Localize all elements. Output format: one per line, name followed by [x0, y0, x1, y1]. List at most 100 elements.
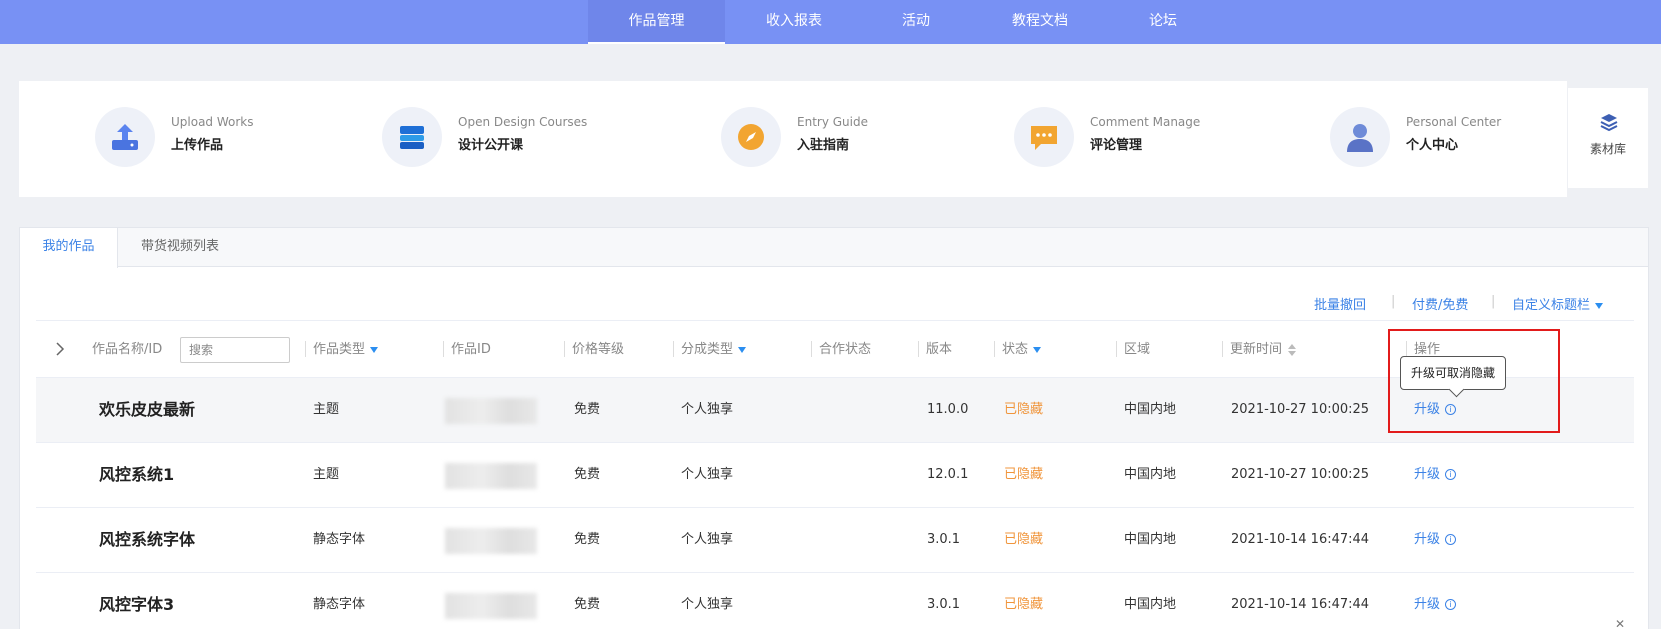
- nav-item-events[interactable]: 活动: [880, 0, 952, 44]
- status-badge: 已隐藏: [1004, 597, 1044, 612]
- cell-name: 欢乐皮皮最新: [99, 400, 196, 419]
- cell-name: 风控字体3: [99, 595, 175, 614]
- redacted-id: [445, 528, 537, 554]
- table-row: 风控字体3 静态字体 免费 个人独享 3.0.1 已隐藏 中国内地 2021-1…: [36, 573, 1634, 629]
- quick-label-en: Open Design Courses: [458, 115, 588, 129]
- cell-type: 主题: [313, 402, 340, 417]
- cell-region: 中国内地: [1124, 402, 1177, 417]
- course-book-icon: [382, 107, 442, 167]
- upgrade-button[interactable]: 升级 i: [1414, 573, 1457, 629]
- cell-version: 11.0.0: [927, 402, 969, 417]
- nav-item-tutorials[interactable]: 教程文档: [995, 0, 1085, 44]
- upload-icon: [95, 107, 155, 167]
- upgrade-button[interactable]: 升级 i: [1414, 508, 1457, 572]
- toolbar-divider: |: [1391, 294, 1396, 309]
- quick-label-zh: 上传作品: [171, 138, 224, 153]
- cell-version: 3.0.1: [927, 532, 961, 547]
- works-panel: 我的作品 带货视频列表 批量撤回 | 付费/免费 | 自定义标题栏 作品名称/I…: [19, 227, 1649, 629]
- caret-down-icon: [1595, 302, 1604, 309]
- close-icon[interactable]: ✕: [1615, 617, 1625, 629]
- col-region: 区域: [1115, 321, 1150, 379]
- cell-region: 中国内地: [1124, 532, 1177, 547]
- cell-updated: 2021-10-27 10:00:25: [1231, 467, 1370, 482]
- quick-label-zh: 设计公开课: [458, 138, 524, 153]
- upgrade-tooltip: 升级可取消隐藏: [1400, 356, 1507, 390]
- paid-free-button[interactable]: 付费/免费: [1412, 294, 1468, 313]
- cell-share: 个人独享: [681, 532, 734, 547]
- cell-price: 免费: [574, 467, 601, 482]
- custom-columns-button[interactable]: 自定义标题栏: [1512, 294, 1604, 313]
- toolbar-divider: |: [1491, 294, 1496, 309]
- material-library-button[interactable]: 素材库: [1568, 88, 1648, 188]
- nav-item-works[interactable]: 作品管理: [588, 0, 725, 44]
- quick-label-en: Personal Center: [1406, 115, 1502, 129]
- redacted-id: [445, 463, 537, 489]
- redacted-id: [445, 593, 537, 619]
- quick-upload-works[interactable]: Upload Works 上传作品: [95, 107, 325, 171]
- cell-type: 静态字体: [313, 597, 366, 612]
- status-badge: 已隐藏: [1004, 532, 1044, 547]
- cell-updated: 2021-10-14 16:47:44: [1231, 597, 1370, 612]
- cell-share: 个人独享: [681, 402, 734, 417]
- col-coop: 合作状态: [810, 321, 871, 379]
- cell-updated: 2021-10-27 10:00:25: [1231, 402, 1370, 417]
- tab-bar: 我的作品 带货视频列表: [20, 228, 1648, 268]
- cell-region: 中国内地: [1124, 597, 1177, 612]
- col-updated[interactable]: 更新时间: [1221, 321, 1297, 379]
- chevron-right-icon[interactable]: [54, 341, 66, 357]
- quick-entry-panel: Upload Works 上传作品 Open Design Courses 设计公开…: [19, 81, 1567, 197]
- filter-caret-icon: [1033, 346, 1042, 353]
- redacted-id: [445, 398, 537, 424]
- compass-icon: [721, 107, 781, 167]
- search-input[interactable]: [180, 337, 290, 363]
- quick-entry-guide[interactable]: Entry Guide 入驻指南: [721, 107, 921, 171]
- cell-share: 个人独享: [681, 467, 734, 482]
- col-share[interactable]: 分成类型: [672, 321, 747, 379]
- info-icon[interactable]: i: [1445, 469, 1457, 480]
- tab-my-works[interactable]: 我的作品: [20, 228, 118, 268]
- cell-version: 3.0.1: [927, 597, 961, 612]
- col-status[interactable]: 状态: [993, 321, 1042, 379]
- col-version: 版本: [917, 321, 952, 379]
- status-badge: 已隐藏: [1004, 467, 1044, 482]
- comment-icon: [1014, 107, 1074, 167]
- nav-item-forum[interactable]: 论坛: [1130, 0, 1196, 44]
- nav-item-income[interactable]: 收入报表: [740, 0, 848, 44]
- col-type[interactable]: 作品类型: [304, 321, 379, 379]
- cell-name: 风控系统1: [99, 465, 175, 484]
- info-icon[interactable]: i: [1445, 599, 1457, 610]
- material-library-label: 素材库: [1589, 142, 1626, 156]
- sort-icon: [1288, 343, 1297, 356]
- cell-version: 12.0.1: [927, 467, 969, 482]
- quick-personal-center[interactable]: Personal Center 个人中心: [1330, 107, 1560, 171]
- quick-label-en: Entry Guide: [797, 115, 868, 129]
- cell-type: 主题: [313, 467, 340, 482]
- quick-comment-manage[interactable]: Comment Manage 评论管理: [1014, 107, 1244, 171]
- table-row: 风控系统字体 静态字体 免费 个人独享 3.0.1 已隐藏 中国内地 2021-…: [36, 508, 1634, 573]
- cell-price: 免费: [574, 402, 601, 417]
- col-name: 作品名称/ID: [92, 342, 163, 357]
- upgrade-button[interactable]: 升级 i: [1414, 443, 1457, 507]
- user-icon: [1330, 107, 1390, 167]
- cell-price: 免费: [574, 532, 601, 547]
- top-nav: 作品管理 收入报表 活动 教程文档 论坛: [0, 0, 1661, 44]
- table-row: 风控系统1 主题 免费 个人独享 12.0.1 已隐藏 中国内地 2021-10…: [36, 443, 1634, 508]
- tab-video-list[interactable]: 带货视频列表: [118, 228, 242, 267]
- col-id: 作品ID: [443, 321, 491, 379]
- cell-type: 静态字体: [313, 532, 366, 547]
- cell-share: 个人独享: [681, 597, 734, 612]
- cell-updated: 2021-10-14 16:47:44: [1231, 532, 1370, 547]
- cell-region: 中国内地: [1124, 467, 1177, 482]
- quick-design-courses[interactable]: Open Design Courses 设计公开课: [382, 107, 642, 171]
- status-badge: 已隐藏: [1004, 402, 1044, 417]
- info-icon[interactable]: i: [1445, 404, 1457, 415]
- filter-caret-icon: [738, 346, 747, 353]
- quick-label-en: Comment Manage: [1090, 115, 1201, 129]
- cell-name: 风控系统字体: [99, 530, 196, 549]
- quick-label-zh: 入驻指南: [797, 138, 850, 153]
- info-icon[interactable]: i: [1445, 534, 1457, 545]
- cell-price: 免费: [574, 597, 601, 612]
- batch-withdraw-button[interactable]: 批量撤回: [1314, 294, 1366, 313]
- table-header: 作品名称/ID 作品类型 作品ID 价格等级 分成类型 合作状态 版本 状态 区…: [36, 320, 1634, 378]
- quick-label-zh: 个人中心: [1406, 138, 1459, 153]
